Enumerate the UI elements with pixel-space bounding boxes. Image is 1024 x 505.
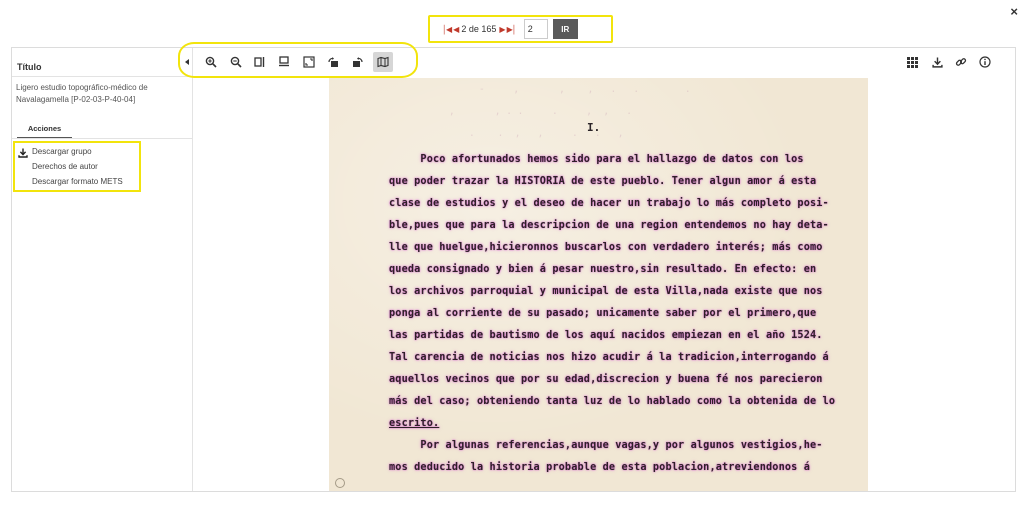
bleed-through-text: , , . . . , , . [449, 106, 633, 117]
text-line: escrito. [389, 418, 440, 429]
download-icon[interactable] [930, 55, 944, 69]
library-stamp [335, 478, 383, 490]
sidebar: Título Ligero estudio topográfico-médico… [12, 48, 193, 491]
text-line: Por algunas referencias,aunque vagas,y p… [389, 440, 823, 451]
go-button[interactable]: IR [552, 19, 578, 39]
sidebar-title: Título [17, 62, 42, 72]
divider [12, 138, 193, 139]
document-title: Ligero estudio topográfico-médico de Nav… [16, 83, 148, 104]
text-line: ble,pues que para la descripcion de una … [389, 220, 829, 231]
text-line: ponga al corriente de su pasado; unicame… [389, 308, 817, 319]
text-line: Tal carencia de noticias nos hizo acudir… [389, 352, 829, 363]
map-icon[interactable] [373, 52, 393, 72]
current-page: 2 [461, 24, 467, 34]
text-line: Poco afortunados hemos sido para el hall… [389, 154, 804, 165]
stamp-seal [335, 478, 345, 488]
text-line: lle que huelgue,hicieronnos buscarlos co… [389, 242, 823, 253]
zoom-in-icon[interactable] [204, 55, 218, 69]
document-page[interactable]: - , , , . . . , , . . . , , . . . , , . … [329, 78, 868, 491]
tab-actions[interactable]: Acciones [17, 124, 72, 138]
last-page-icon[interactable]: ▶│ [507, 25, 517, 34]
close-icon[interactable]: × [1010, 4, 1018, 19]
text-line: los archivos parroquial y municipal de e… [389, 286, 823, 297]
page-number-input[interactable] [523, 19, 548, 39]
of-label: de [468, 24, 479, 34]
bleed-through-text: - , , , . . . [479, 84, 691, 95]
action-copyright[interactable]: Derechos de autor [32, 162, 98, 171]
text-line: más del caso; obteniendo tanta luz de lo… [389, 396, 836, 407]
action-download-mets[interactable]: Descargar formato METS [32, 177, 123, 186]
viewer-app: × │◀ ◀ 2 de 165 ▶ ▶│ IR Título Ligero es… [0, 0, 1024, 505]
fit-height-icon[interactable] [277, 55, 291, 69]
page-indicator: 2 de 165 [461, 24, 496, 34]
text-line: las partidas de bautismo de los aquí nac… [389, 330, 823, 341]
prev-page-icon[interactable]: ◀ [453, 25, 459, 34]
chapter-heading: I. [587, 121, 601, 134]
bleed-through-text: . . , , . . , [469, 128, 624, 139]
divider [12, 76, 193, 77]
rotate-right-icon[interactable] [351, 55, 365, 69]
collapse-sidebar-icon[interactable] [180, 55, 194, 69]
next-page-icon[interactable]: ▶ [499, 25, 505, 34]
info-icon[interactable] [978, 55, 992, 69]
zoom-out-icon[interactable] [229, 55, 243, 69]
rotate-left-icon[interactable] [326, 55, 340, 69]
first-page-icon[interactable]: │◀ [442, 25, 452, 34]
text-line: queda consignado y bien á pesar nuestro,… [389, 264, 817, 275]
grid-view-icon[interactable] [905, 55, 919, 69]
download-icon [18, 148, 28, 158]
link-icon[interactable] [954, 55, 968, 69]
text-line: mos deducido la historia probable de est… [389, 462, 810, 473]
fullscreen-icon[interactable] [302, 55, 316, 69]
pagination: │◀ ◀ 2 de 165 ▶ ▶│ IR [442, 18, 578, 40]
total-pages: 165 [481, 24, 497, 34]
text-line: clase de estudios y el deseo de hacer un… [389, 198, 829, 209]
paper-texture [329, 78, 868, 491]
fit-width-icon[interactable] [253, 55, 267, 69]
text-line: que poder trazar la HISTORIA de este pue… [389, 176, 817, 187]
text-line: aquellos vecinos que por su edad,discrec… [389, 374, 823, 385]
action-download-group[interactable]: Descargar grupo [32, 147, 92, 156]
